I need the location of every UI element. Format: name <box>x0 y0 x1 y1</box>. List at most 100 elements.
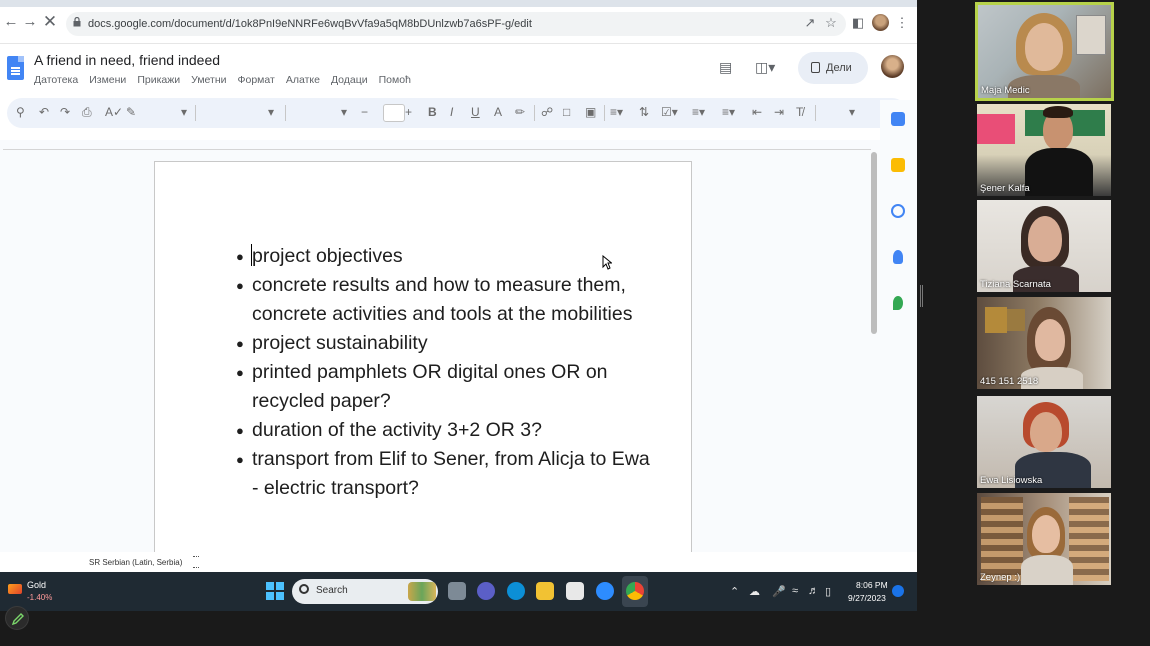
increase-indent-icon[interactable]: ⇥ <box>774 105 784 119</box>
tray-overflow-icon[interactable]: ⌃ <box>730 585 739 598</box>
font-dropdown-icon[interactable]: ▾ <box>341 105 347 119</box>
spellcheck-icon[interactable]: A✓ <box>105 105 123 119</box>
participant-tile[interactable]: Şener Kalfa <box>977 104 1111 196</box>
link-icon[interactable]: ☍ <box>541 105 553 119</box>
ruler <box>3 149 871 150</box>
menu-help[interactable]: Помоћ <box>379 74 411 86</box>
menu-view[interactable]: Прикажи <box>137 74 180 86</box>
comments-icon[interactable]: ▤ <box>719 59 732 76</box>
onedrive-icon[interactable]: ☁ <box>749 585 760 598</box>
notification-icon[interactable] <box>892 585 904 597</box>
widget-change: -1.40% <box>27 593 53 602</box>
clear-formatting-icon[interactable]: T̸ <box>796 105 803 119</box>
document-title[interactable]: A friend in need, friend indeed <box>34 52 220 68</box>
teams-icon[interactable] <box>477 582 495 600</box>
clock-date[interactable]: 9/27/2023 <box>848 593 886 603</box>
list-item[interactable]: duration of the activity 3+2 OR 3? <box>236 416 656 445</box>
line-spacing-icon[interactable]: ⇅ <box>639 105 649 119</box>
browser-menu-icon[interactable]: ⋮ <box>895 16 909 30</box>
search-label: Search <box>316 585 348 596</box>
list-item[interactable]: project sustainability <box>236 329 656 358</box>
paint-format-icon[interactable]: ✎ <box>126 105 136 119</box>
bulleted-list-icon[interactable]: ≡▾ <box>692 105 705 119</box>
italic-icon[interactable]: I <box>450 105 453 119</box>
numbered-list-icon[interactable]: ≡▾ <box>722 105 735 119</box>
participant-tile[interactable]: Maja Medic <box>975 2 1114 101</box>
menu-tools[interactable]: Алатке <box>286 74 320 86</box>
language-status[interactable]: SR Serbian (Latin, Serbia) <box>89 558 182 567</box>
zoom-dropdown-icon[interactable]: ▾ <box>181 105 187 119</box>
account-avatar[interactable] <box>881 55 904 78</box>
file-explorer-icon[interactable] <box>536 582 554 600</box>
bullet-list[interactable]: project objectives concrete results and … <box>236 242 656 503</box>
list-item[interactable]: transport from Elif to Sener, from Alicj… <box>236 445 656 503</box>
maps-icon[interactable] <box>893 296 903 310</box>
increase-font-icon[interactable]: + <box>405 105 412 119</box>
menu-insert[interactable]: Уметни <box>191 74 226 86</box>
checklist-icon[interactable]: ☑▾ <box>661 105 678 119</box>
menu-edit[interactable]: Измени <box>89 74 126 86</box>
menu-extensions[interactable]: Додаци <box>331 74 368 86</box>
volume-icon[interactable]: ♬ <box>808 585 819 597</box>
clock-time[interactable]: 8:06 PM <box>856 580 888 590</box>
participant-tile[interactable]: Ewa Lisiowska <box>977 396 1111 488</box>
zoom-app-icon[interactable] <box>596 582 614 600</box>
bookmark-star-icon[interactable]: ☆ <box>824 16 838 30</box>
battery-icon[interactable]: ▯ <box>825 585 831 598</box>
participant-tile[interactable]: Tiziana Scarnata <box>977 200 1111 292</box>
participant-name: Şener Kalfa <box>980 183 1030 194</box>
contacts-icon[interactable] <box>893 250 903 264</box>
forward-icon[interactable]: → <box>22 14 38 30</box>
docs-menu-bar: Датотека Измени Прикажи Уметни Формат Ал… <box>34 74 411 86</box>
widget-title[interactable]: Gold <box>27 580 46 590</box>
side-panel-icon[interactable]: ◧ <box>851 16 865 30</box>
edge-icon[interactable] <box>507 582 525 600</box>
task-view-icon[interactable] <box>448 582 466 600</box>
meet-icon[interactable]: ◫▾ <box>755 59 775 76</box>
stop-loading-icon[interactable]: ✕ <box>42 13 58 30</box>
text-color-icon[interactable]: A <box>494 105 502 119</box>
editing-mode-dropdown-icon[interactable]: ▾ <box>849 105 855 119</box>
market-widget-icon[interactable] <box>8 584 22 594</box>
docs-logo-icon[interactable] <box>7 56 24 80</box>
font-size-input[interactable] <box>383 104 405 122</box>
redo-icon[interactable]: ↷ <box>60 105 70 119</box>
menu-file[interactable]: Датотека <box>34 74 78 86</box>
menu-format[interactable]: Формат <box>238 74 275 86</box>
insert-image-icon[interactable]: ▣ <box>585 105 596 119</box>
list-item[interactable]: printed pamphlets OR digital ones OR on … <box>236 358 656 416</box>
tasks-icon[interactable] <box>891 204 905 218</box>
share-page-icon[interactable]: ↗ <box>803 16 817 30</box>
list-item[interactable]: concrete results and how to measure them… <box>236 271 656 329</box>
url-text: docs.google.com/document/d/1ok8PnI9eNNRF… <box>88 18 532 30</box>
undo-icon[interactable]: ↶ <box>39 105 49 119</box>
document-scrollbar[interactable] <box>871 152 877 334</box>
wifi-icon[interactable]: ≈ <box>792 585 798 597</box>
annotate-pen-button[interactable] <box>5 606 29 630</box>
bold-icon[interactable]: B <box>428 105 437 119</box>
participant-name: Maja Medic <box>981 85 1030 96</box>
gallery-resize-handle[interactable] <box>920 285 923 307</box>
store-icon[interactable] <box>566 582 584 600</box>
highlight-icon[interactable]: ✏ <box>515 105 525 119</box>
style-dropdown-icon[interactable]: ▾ <box>268 105 274 119</box>
browser-profile-avatar[interactable] <box>872 14 889 31</box>
start-icon[interactable] <box>266 582 284 600</box>
share-button[interactable]: Дели <box>798 52 868 84</box>
decrease-font-icon[interactable]: − <box>361 105 368 119</box>
underline-icon[interactable]: U <box>471 105 480 119</box>
add-comment-icon[interactable]: □ <box>563 105 570 119</box>
print-icon[interactable]: ⎙ <box>82 105 92 119</box>
decrease-indent-icon[interactable]: ⇤ <box>752 105 762 119</box>
shared-screen: ← → ✕ docs.google.com/document/d/1ok8PnI… <box>0 0 917 611</box>
chrome-icon[interactable] <box>626 582 644 600</box>
back-icon[interactable]: ← <box>3 14 19 30</box>
keep-icon[interactable] <box>891 158 905 172</box>
participant-tile[interactable]: 415 151 2518 <box>977 297 1111 389</box>
participant-tile[interactable]: Zeynep :) <box>977 493 1111 585</box>
docs-outline-icon[interactable] <box>891 112 905 126</box>
align-icon[interactable]: ≡▾ <box>610 105 623 119</box>
microphone-icon[interactable]: 🎤 <box>772 585 786 598</box>
search-menus-icon[interactable]: ⚲ <box>16 105 25 119</box>
list-item[interactable]: project objectives <box>236 242 656 271</box>
